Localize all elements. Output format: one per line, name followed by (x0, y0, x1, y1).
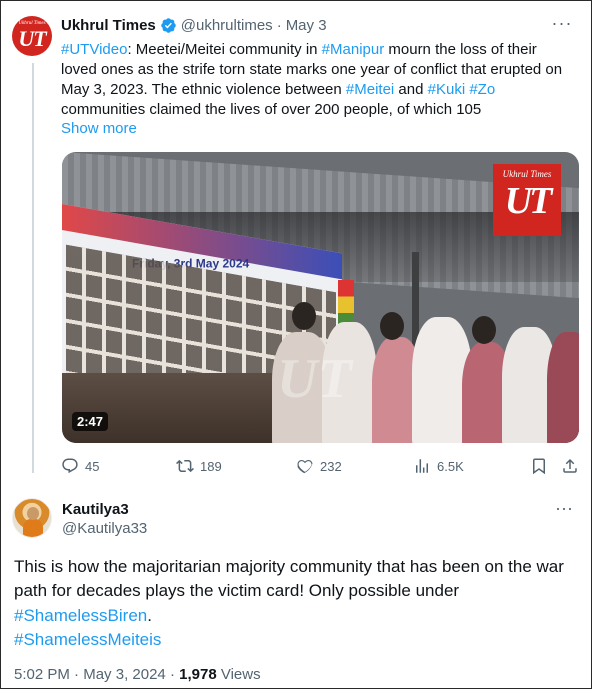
reply-hashtags: #ShamelessBiren. #ShamelessMeiteis (14, 604, 161, 652)
author-name[interactable]: Ukhrul Times (61, 17, 156, 34)
hashtag-link[interactable]: #Zo (469, 81, 495, 98)
avatar-figure-body (23, 519, 43, 537)
thread-connector-line (32, 63, 34, 473)
reply-views-label: Views (220, 666, 261, 683)
ukhrul-times-logo: Ukhrul Times UT (493, 164, 561, 236)
video-player[interactable]: Friday, 3rd May 2024 UT Ukhrul Times UT … (62, 152, 579, 443)
logo-small-text: Ukhrul Times (502, 169, 552, 179)
hashtag-link[interactable]: #Kuki (428, 81, 466, 98)
tag-suffix: . (147, 606, 152, 625)
show-more-link[interactable]: Show more (61, 120, 137, 137)
avatar-small-text: Ukhrul Times (18, 21, 46, 26)
tweet-thread: Ukhrul Times UT Ukhrul Times @ukhrultime… (0, 0, 592, 689)
crowd-figure (547, 332, 579, 443)
reply-date[interactable]: May 3, 2024 (83, 666, 166, 683)
meta-separator: · (74, 666, 80, 683)
bookmark-icon (533, 458, 545, 475)
hashtag-link[interactable]: #ShamelessMeiteis (14, 630, 161, 649)
tweet-header: Ukhrul Times @ukhrultimes · May 3 (61, 17, 327, 34)
tweet-text-segment: and (394, 81, 428, 98)
hashtag-link[interactable]: #Manipur (322, 41, 385, 58)
repost-button[interactable]: 189 (176, 457, 222, 475)
reply-time[interactable]: 5:02 PM (14, 666, 70, 683)
avatar-figure-head (27, 507, 39, 520)
tweet-text-segment: : Meetei/Meitei community in (127, 41, 322, 58)
logo-big-text: UT (504, 180, 553, 222)
tweet-text: #UTVideo: Meetei/Meitei community in #Ma… (61, 40, 571, 120)
share-icon (563, 458, 577, 473)
repost-count: 189 (200, 458, 222, 474)
like-count: 232 (320, 458, 342, 474)
share-button[interactable] (561, 457, 579, 475)
video-duration: 2:47 (72, 412, 109, 431)
avatar-logo-text: UT (18, 26, 46, 51)
heart-icon (297, 459, 313, 474)
tweet-text-segment: communities claimed the lives of over 20… (61, 101, 482, 118)
video-watermark: UT (277, 348, 352, 410)
ukhrul-times-avatar[interactable]: Ukhrul Times UT (12, 16, 52, 56)
hashtag-link[interactable]: #ShamelessBiren (14, 606, 147, 625)
reply-author-name[interactable]: Kautilya3 (62, 501, 129, 518)
hashtag-link[interactable]: #UTVideo (61, 41, 127, 58)
crowd-head (472, 316, 496, 344)
reply-button[interactable]: 45 (61, 457, 99, 475)
views-chart-icon (416, 459, 428, 473)
bookmark-button[interactable] (530, 457, 548, 475)
reply-text: This is how the majoritarian majority co… (14, 557, 564, 600)
tweet-date[interactable]: May 3 (286, 17, 327, 34)
verified-badge-icon (160, 17, 177, 34)
like-button[interactable]: 232 (296, 457, 342, 475)
reply-views-count: 1,978 (179, 666, 217, 683)
kautilya-avatar[interactable] (12, 498, 52, 538)
tweet-actions: 45 189 232 6.5K (61, 457, 581, 477)
repost-icon (176, 459, 194, 473)
author-handle[interactable]: @ukhrultimes (181, 17, 273, 34)
header-separator: · (276, 17, 282, 34)
reply-icon (62, 458, 78, 474)
views-button[interactable]: 6.5K (413, 457, 464, 475)
reply-count: 45 (85, 458, 100, 474)
reply-author-handle[interactable]: @Kautilya33 (62, 520, 147, 537)
more-options-icon[interactable]: ··· (551, 14, 573, 36)
views-count: 6.5K (437, 458, 464, 474)
meta-separator: · (169, 666, 175, 683)
reply-metadata: 5:02 PM · May 3, 2024 · 1,978 Views (14, 666, 261, 683)
crowd-head (292, 302, 316, 330)
reply-more-options-icon[interactable]: ··· (555, 499, 573, 517)
hashtag-link[interactable]: #Meitei (346, 81, 394, 98)
crowd-head (380, 312, 404, 340)
